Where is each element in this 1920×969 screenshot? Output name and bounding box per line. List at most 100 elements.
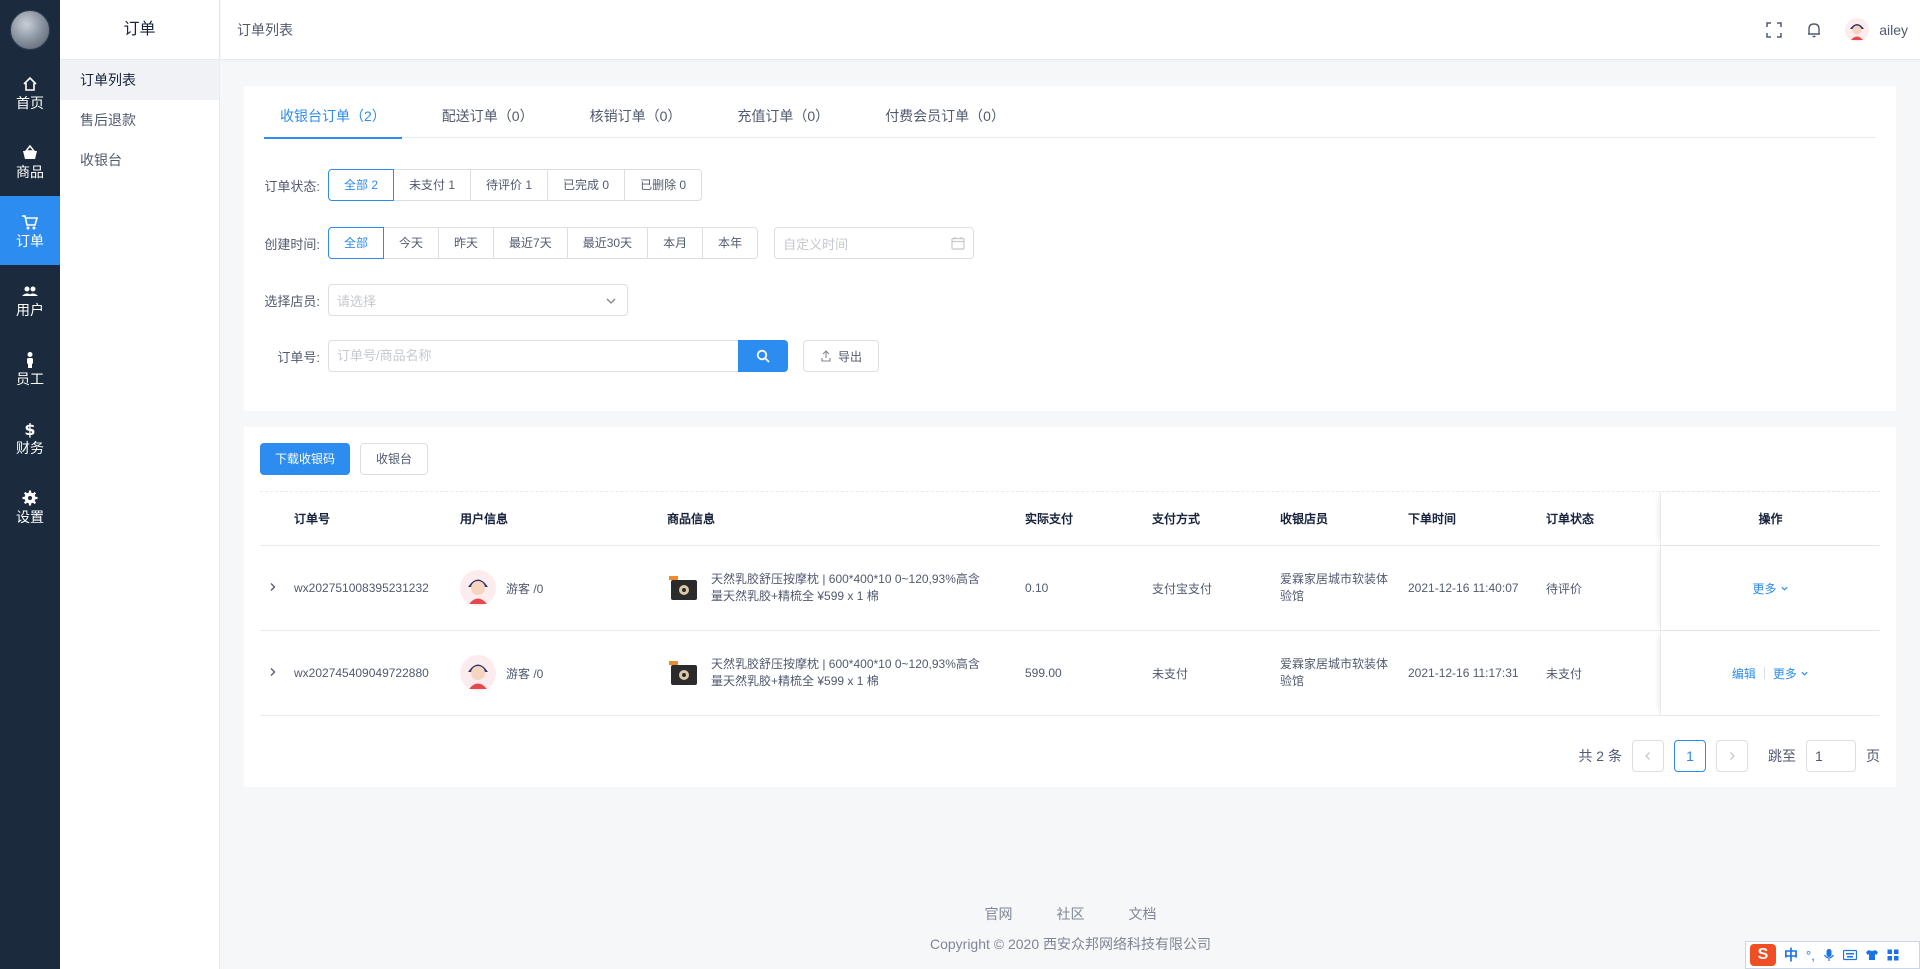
col-staff: 收银店员 bbox=[1280, 512, 1329, 526]
time-filter-row: 创建时间: 全部 今天 昨天 最近7天 最近30天 本月 本年 自定义时间 bbox=[244, 227, 975, 259]
gear-icon bbox=[22, 490, 38, 505]
product-thumbnail bbox=[669, 661, 697, 685]
nav-label: 订单 bbox=[16, 232, 44, 249]
status-deleted-button[interactable]: 已删除 0 bbox=[624, 169, 703, 201]
next-page-button[interactable] bbox=[1716, 740, 1748, 772]
order-search: 订单号/商品名称 bbox=[328, 340, 788, 372]
jump-input[interactable]: 1 bbox=[1806, 740, 1856, 772]
product-thumbnail bbox=[669, 576, 697, 600]
nav-item-settings[interactable]: 设置 bbox=[0, 472, 60, 541]
page-number[interactable]: 1 bbox=[1674, 740, 1706, 772]
tab-member-orders[interactable]: 付费会员订单（0） bbox=[869, 86, 1021, 138]
more-dropdown[interactable]: 更多 bbox=[1773, 665, 1809, 682]
chevron-right-icon[interactable] bbox=[268, 582, 278, 592]
ime-toolbar[interactable]: S 中 °, bbox=[1745, 941, 1920, 969]
copyright: Copyright © 2020 西安众邦网络科技有限公司 bbox=[929, 936, 1212, 952]
logo-avatar[interactable] bbox=[10, 10, 50, 50]
time-all-button[interactable]: 全部 bbox=[328, 227, 385, 259]
nav-label: 用户 bbox=[16, 301, 44, 318]
time-button-group: 全部 今天 昨天 最近7天 最近30天 本月 本年 bbox=[328, 227, 759, 259]
more-dropdown[interactable]: 更多 bbox=[1752, 580, 1788, 597]
sub-sidebar-title: 订单 bbox=[60, 0, 219, 60]
status-all-button[interactable]: 全部 2 bbox=[328, 169, 395, 201]
export-button[interactable]: 导出 bbox=[803, 340, 879, 372]
product-text: 天然乳胶舒压按摩枕 | 600*400*10 0~120,93%高含量天然乳胶+… bbox=[711, 572, 980, 603]
tab-recharge-orders[interactable]: 充值订单（0） bbox=[721, 86, 845, 138]
footer-link-community[interactable]: 社区 bbox=[1057, 904, 1085, 924]
tab-verify-orders[interactable]: 核销订单（0） bbox=[574, 86, 698, 138]
sidebar-item-refund[interactable]: 售后退款 bbox=[60, 100, 219, 140]
status-done-button[interactable]: 已完成 0 bbox=[547, 169, 626, 201]
tab-cashier-orders[interactable]: 收银台订单（2） bbox=[264, 86, 402, 139]
ime-lang: 中 bbox=[1784, 947, 1798, 963]
status-review-button[interactable]: 待评价 1 bbox=[470, 169, 549, 201]
sidebar-item-order-list[interactable]: 订单列表 bbox=[60, 60, 219, 100]
chevron-right-icon[interactable] bbox=[268, 667, 278, 677]
download-qrcode-button[interactable]: 下载收银码 bbox=[260, 443, 351, 475]
order-no: wx202745409049722880 bbox=[294, 666, 429, 680]
time-month-button[interactable]: 本月 bbox=[647, 227, 704, 259]
order-table: 订单号 用户信息 商品信息 实际支付 支付方式 收银店员 下单时间 订单状态 操… bbox=[260, 491, 1880, 716]
order-search-input[interactable]: 订单号/商品名称 bbox=[328, 340, 738, 372]
home-icon bbox=[23, 76, 37, 91]
table-actions: 下载收银码 收银台 bbox=[260, 443, 429, 475]
total-count: 共 2 条 bbox=[1578, 748, 1622, 764]
fullscreen-icon[interactable] bbox=[1765, 21, 1783, 39]
grid-icon bbox=[1887, 949, 1899, 961]
cashier-button[interactable]: 收银台 bbox=[360, 443, 429, 475]
product-info: 天然乳胶舒压按摩枕 | 600*400*10 0~120,93%高含量天然乳胶+… bbox=[667, 656, 1011, 690]
nav-label: 设置 bbox=[16, 508, 44, 525]
nav-item-orders[interactable]: 订单 bbox=[0, 196, 60, 265]
person-icon bbox=[27, 351, 33, 368]
search-button[interactable] bbox=[738, 340, 788, 372]
col-user: 用户信息 bbox=[460, 512, 509, 526]
prev-page-button[interactable] bbox=[1632, 740, 1664, 772]
nav-item-goods[interactable]: 商品 bbox=[0, 127, 60, 196]
time-year-button[interactable]: 本年 bbox=[702, 227, 759, 259]
nav-item-staff[interactable]: 员工 bbox=[0, 334, 60, 403]
time-today-button[interactable]: 今天 bbox=[383, 227, 440, 259]
footer-link-docs[interactable]: 文档 bbox=[1129, 904, 1157, 924]
pay-method: 支付宝支付 bbox=[1152, 581, 1213, 596]
time-30days-button[interactable]: 最近30天 bbox=[566, 227, 649, 259]
filter-panel: 订单状态: 全部 2 未支付 1 待评价 1 已完成 0 已删除 0 创建时间:… bbox=[244, 154, 1896, 411]
nav-label: 商品 bbox=[16, 163, 44, 180]
col-paid: 实际支付 bbox=[1025, 512, 1074, 526]
user-name: 游客 /0 bbox=[506, 581, 544, 596]
time-yesterday-button[interactable]: 昨天 bbox=[438, 227, 495, 259]
status-label: 订单状态: bbox=[264, 178, 320, 194]
paid-amount: 0.10 bbox=[1025, 581, 1049, 595]
user-menu[interactable]: ailey bbox=[1845, 18, 1908, 42]
footer-link-website[interactable]: 官网 bbox=[985, 904, 1013, 924]
avatar bbox=[460, 655, 496, 691]
users-icon bbox=[22, 286, 38, 296]
sidebar-item-cashier[interactable]: 收银台 bbox=[60, 140, 219, 180]
order-tabs-panel: 收银台订单（2） 配送订单（0） 核销订单（0） 充值订单（0） 付费会员订单（… bbox=[244, 86, 1896, 154]
staff-name: 爱霖家居城市软装体验馆 bbox=[1280, 657, 1389, 688]
search-icon bbox=[756, 349, 770, 363]
status-unpaid-button[interactable]: 未支付 1 bbox=[393, 169, 472, 201]
ime-logo: S bbox=[1750, 944, 1776, 966]
edit-link[interactable]: 编辑 bbox=[1732, 665, 1756, 682]
footer: 官网 社区 文档 Copyright © 2020 西安众邦网络科技有限公司 bbox=[221, 904, 1920, 954]
microphone-icon bbox=[1823, 949, 1834, 961]
main-nav: 首页 商品 订单 用户 员工 $ 财务 设置 bbox=[0, 0, 60, 969]
table-row: wx202751008395231232 游客 /0 天然乳胶舒压按摩枕 | 6… bbox=[260, 546, 1880, 631]
date-placeholder: 自定义时间 bbox=[783, 236, 849, 252]
tab-delivery-orders[interactable]: 配送订单（0） bbox=[426, 86, 550, 138]
status-filter-row: 订单状态: 全部 2 未支付 1 待评价 1 已完成 0 已删除 0 bbox=[244, 169, 703, 201]
nav-item-home[interactable]: 首页 bbox=[0, 58, 60, 127]
order-label: 订单号: bbox=[277, 349, 320, 365]
table-row: wx202745409049722880 游客 /0 天然乳胶舒压按摩枕 | 6… bbox=[260, 631, 1880, 716]
custom-date-input[interactable]: 自定义时间 bbox=[774, 227, 975, 259]
user-name: 游客 /0 bbox=[506, 666, 544, 681]
staff-select[interactable]: 请选择 bbox=[328, 284, 628, 316]
time-7days-button[interactable]: 最近7天 bbox=[493, 227, 568, 259]
basket-icon bbox=[23, 144, 37, 159]
bell-icon[interactable] bbox=[1805, 21, 1823, 39]
nav-item-finance[interactable]: $ 财务 bbox=[0, 403, 60, 472]
col-order-no: 订单号 bbox=[294, 512, 331, 526]
jump-label: 跳至 bbox=[1768, 748, 1796, 764]
pagination: 共 2 条 1 跳至 1 页 bbox=[1578, 740, 1880, 772]
nav-item-users[interactable]: 用户 bbox=[0, 265, 60, 334]
